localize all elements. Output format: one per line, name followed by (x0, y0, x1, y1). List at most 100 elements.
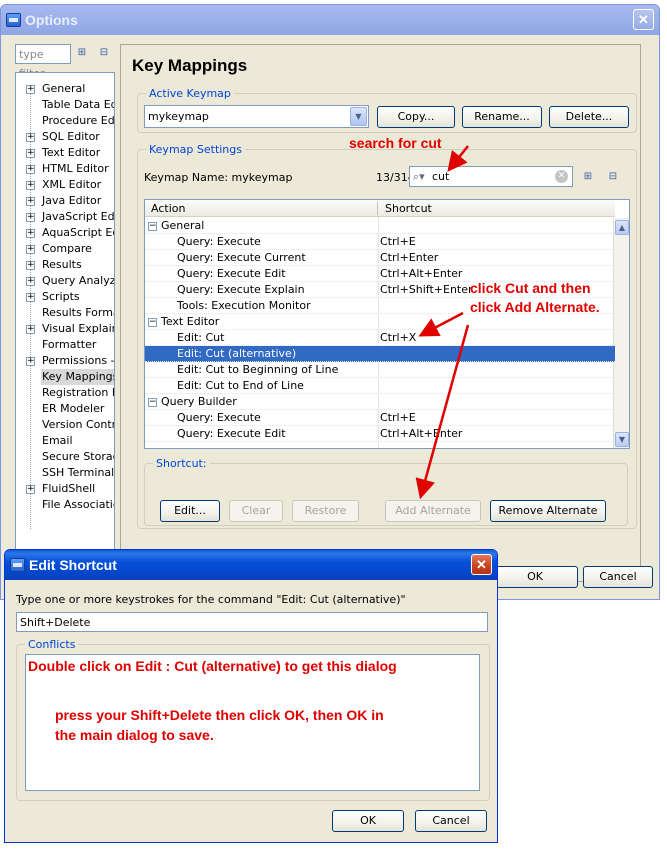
expand-icon[interactable]: + (26, 325, 35, 334)
expand-icon[interactable]: + (26, 213, 35, 222)
tree-item[interactable]: File Associations (16, 497, 114, 513)
tree-item[interactable]: Key Mappings (16, 369, 114, 385)
tree-item[interactable]: + Java Editor (16, 193, 114, 209)
close-icon[interactable]: ✕ (471, 554, 492, 575)
tree-item-label: Email (42, 434, 73, 447)
expand-icon[interactable]: + (26, 165, 35, 174)
expand-icon[interactable]: + (26, 245, 35, 254)
expand-all-icon[interactable]: ⊞ (74, 46, 90, 60)
table-row[interactable]: Query: Execute Ctrl+E (145, 410, 615, 426)
collapse-all-icon[interactable]: ⊟ (605, 170, 621, 184)
edit-shortcut-cancel-button[interactable]: Cancel (415, 810, 487, 832)
annotation-search: search for cut (349, 135, 442, 151)
expand-icon[interactable]: + (26, 181, 35, 190)
collapse-all-icon[interactable]: ⊟ (96, 46, 112, 60)
expand-icon[interactable]: + (26, 229, 35, 238)
tree-item[interactable]: ER Modeler (16, 401, 114, 417)
expand-all-icon[interactable]: ⊞ (580, 170, 596, 184)
clear-search-icon[interactable]: ✕ (555, 170, 568, 183)
expand-icon[interactable]: + (26, 85, 35, 94)
tree-item[interactable]: Version Control (16, 417, 114, 433)
keymap-select[interactable]: mykeymap ▼ (144, 105, 369, 128)
edit-shortcut-titlebar[interactable]: Edit Shortcut ✕ (5, 550, 497, 580)
add-alternate-button[interactable]: Add Alternate (385, 500, 481, 522)
tree-item[interactable]: + AquaScript Edito (16, 225, 114, 241)
column-shortcut[interactable]: Shortcut (379, 200, 432, 217)
scroll-down-icon[interactable]: ▼ (615, 432, 629, 447)
tree-item[interactable]: + HTML Editor (16, 161, 114, 177)
action-cell: Edit: Cut (177, 331, 225, 344)
tree-item[interactable]: SSH Terminal (16, 465, 114, 481)
keymap-table[interactable]: Action Shortcut ▲ ▼ − General Query: Execu… (144, 199, 630, 449)
edit-button[interactable]: Edit... (160, 500, 220, 522)
options-cancel-button[interactable]: Cancel (583, 566, 653, 588)
tree-item[interactable]: Secure Storage (16, 449, 114, 465)
delete-button[interactable]: Delete... (549, 106, 629, 128)
tree-item[interactable]: + Compare (16, 241, 114, 257)
table-row[interactable]: − Query Builder (145, 394, 615, 410)
scroll-up-icon[interactable]: ▲ (615, 220, 629, 235)
rename-button[interactable]: Rename... (462, 106, 542, 128)
tree-item[interactable]: Results Format (16, 305, 114, 321)
tree-item-label: Version Control (42, 418, 114, 431)
table-row[interactable]: − General (145, 218, 615, 234)
expand-icon[interactable]: + (26, 133, 35, 142)
remove-alternate-button[interactable]: Remove Alternate (490, 500, 606, 522)
tree-item[interactable]: Registration De (16, 385, 114, 401)
options-tree[interactable]: + General Table Data Edito Procedure Edito +… (15, 72, 115, 550)
close-icon[interactable]: ✕ (633, 9, 654, 30)
shortcut-keystroke-input[interactable]: Shift+Delete (16, 612, 488, 632)
tree-item[interactable]: + JavaScript Edito (16, 209, 115, 225)
tree-item[interactable]: + XML Editor (16, 177, 114, 193)
shortcut-cell: Ctrl+X (380, 331, 417, 344)
edit-shortcut-ok-button[interactable]: OK (332, 810, 404, 832)
expand-icon[interactable]: + (26, 261, 35, 270)
dropdown-arrow-icon[interactable]: ▼ (350, 107, 367, 126)
expand-icon[interactable]: + (26, 293, 35, 302)
expand-icon[interactable]: + (26, 277, 35, 286)
options-titlebar[interactable]: Options ✕ (1, 5, 659, 35)
tree-item[interactable]: + Visual Explain (16, 321, 115, 337)
table-row[interactable]: Query: Execute Ctrl+E (145, 234, 615, 250)
tree-item[interactable]: + Scripts (16, 289, 114, 305)
tree-item[interactable]: Formatter (16, 337, 114, 353)
collapse-icon[interactable]: − (148, 318, 157, 327)
table-row[interactable]: Edit: Cut to Beginning of Line (145, 362, 615, 378)
table-row[interactable]: Query: Execute Current Ctrl+Enter (145, 250, 615, 266)
table-row[interactable]: Edit: Cut to End of Line (145, 378, 615, 394)
expand-icon[interactable]: + (26, 197, 35, 206)
table-row[interactable]: − Text Editor (145, 314, 615, 330)
tree-item[interactable]: Table Data Edito (16, 97, 114, 113)
table-row[interactable]: Edit: Cut (alternative) (145, 346, 615, 362)
tree-item[interactable]: + Results (16, 257, 114, 273)
tree-item[interactable]: + FluidShell (16, 481, 114, 497)
tree-item-label: JavaScript Edito (42, 210, 115, 223)
tree-item-label: Compare (42, 242, 92, 255)
shortcut-cell: Ctrl+Shift+Enter (380, 283, 473, 296)
table-scrollbar[interactable]: ▲ ▼ (613, 218, 629, 448)
expand-icon[interactable]: + (26, 357, 35, 366)
keymap-search-input[interactable]: ⌕▾ cut ✕ (409, 166, 573, 187)
tree-item[interactable]: + General (16, 81, 114, 97)
column-separator (377, 202, 378, 215)
filter-input[interactable]: type filter (15, 44, 71, 80)
tree-item-label: Visual Explain (42, 322, 115, 335)
tree-item[interactable]: + Permissions - De (16, 353, 114, 369)
collapse-icon[interactable]: − (148, 222, 157, 231)
column-action[interactable]: Action (145, 200, 185, 217)
tree-item[interactable]: Email (16, 433, 114, 449)
tree-item-label: Results Format (42, 306, 114, 319)
copy-button[interactable]: Copy... (377, 106, 455, 128)
expand-icon[interactable]: + (26, 485, 35, 494)
restore-button[interactable]: Restore (292, 500, 359, 522)
options-ok-button[interactable]: OK (492, 566, 578, 588)
tree-item[interactable]: + Query Analyzer (16, 273, 114, 289)
tree-item[interactable]: + Text Editor (16, 145, 114, 161)
clear-button[interactable]: Clear (229, 500, 283, 522)
collapse-icon[interactable]: − (148, 398, 157, 407)
expand-icon[interactable]: + (26, 149, 35, 158)
table-row[interactable]: Query: Execute Edit Ctrl+Alt+Enter (145, 426, 615, 442)
table-row[interactable]: Edit: Cut Ctrl+X (145, 330, 615, 346)
tree-item[interactable]: + SQL Editor (16, 129, 114, 145)
tree-item[interactable]: Procedure Edito (16, 113, 114, 129)
